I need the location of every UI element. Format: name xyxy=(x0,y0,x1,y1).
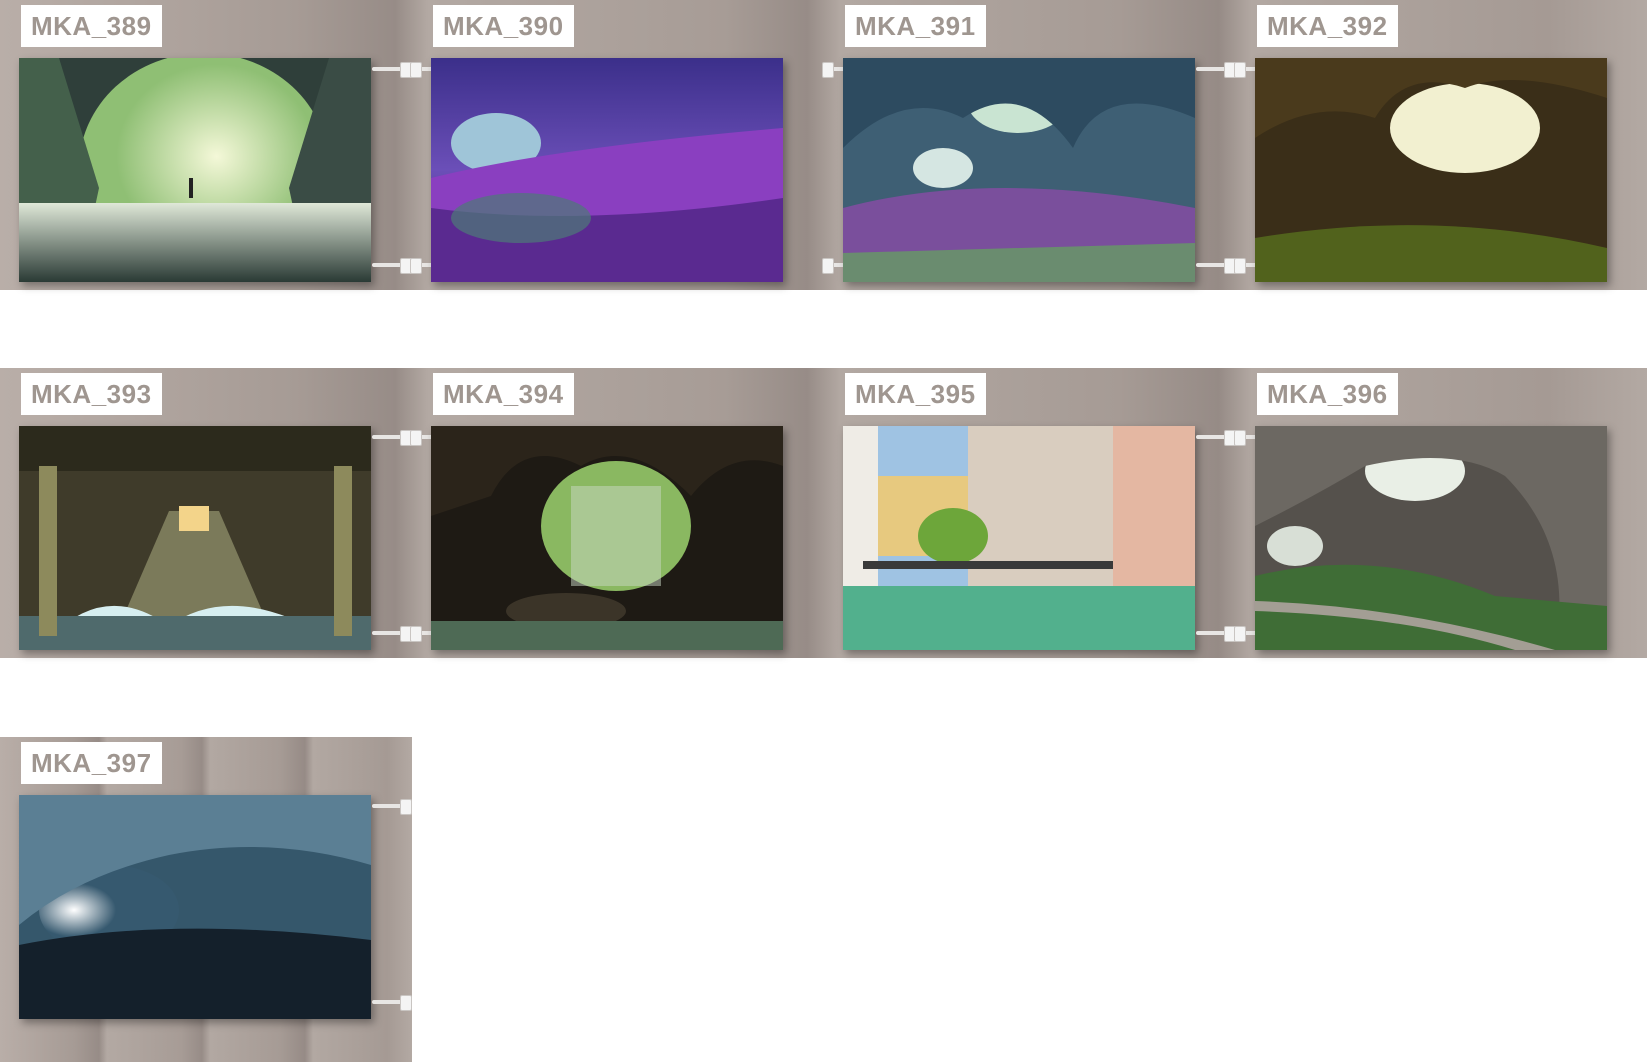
radiator-photo[interactable] xyxy=(1255,58,1607,282)
product-tile[interactable]: MKA_389 xyxy=(0,0,412,290)
radiator-photo[interactable] xyxy=(431,426,783,650)
radiator-valve xyxy=(372,430,412,446)
product-code-label: MKA_392 xyxy=(1257,5,1398,47)
product-code-label: MKA_397 xyxy=(21,742,162,784)
product-tile[interactable]: MKA_393 xyxy=(0,368,412,658)
product-tile[interactable]: MKA_391 xyxy=(822,0,1236,290)
product-tile[interactable]: MKA_392 xyxy=(1234,0,1647,290)
radiator-valve xyxy=(1196,258,1236,274)
product-tile[interactable]: MKA_397 xyxy=(0,737,412,1027)
radiator-photo[interactable] xyxy=(19,426,371,650)
radiator-valve xyxy=(372,62,412,78)
product-code-label: MKA_390 xyxy=(433,5,574,47)
product-code-label: MKA_396 xyxy=(1257,373,1398,415)
product-tile[interactable]: MKA_395 xyxy=(824,368,1236,658)
product-code-label: MKA_395 xyxy=(845,373,986,415)
radiator-valve xyxy=(372,258,412,274)
product-code-label: MKA_394 xyxy=(433,373,574,415)
radiator-photo[interactable] xyxy=(19,58,371,282)
radiator-photo[interactable] xyxy=(19,795,371,1019)
radiator-valve xyxy=(1196,430,1236,446)
radiator-photo[interactable] xyxy=(843,426,1195,650)
radiator-photo[interactable] xyxy=(843,58,1195,282)
radiator-valve xyxy=(372,626,412,642)
product-tile[interactable]: MKA_396 xyxy=(1234,368,1647,658)
radiator-valve xyxy=(372,995,412,1011)
radiator-photo[interactable] xyxy=(431,58,783,282)
product-tile[interactable]: MKA_394 xyxy=(410,368,824,658)
product-code-label: MKA_391 xyxy=(845,5,986,47)
radiator-valve xyxy=(372,799,412,815)
radiator-photo[interactable] xyxy=(1255,426,1607,650)
product-code-label: MKA_389 xyxy=(21,5,162,47)
radiator-valve xyxy=(1196,62,1236,78)
product-tile[interactable]: MKA_390 xyxy=(410,0,824,290)
product-code-label: MKA_393 xyxy=(21,373,162,415)
radiator-valve xyxy=(1196,626,1236,642)
